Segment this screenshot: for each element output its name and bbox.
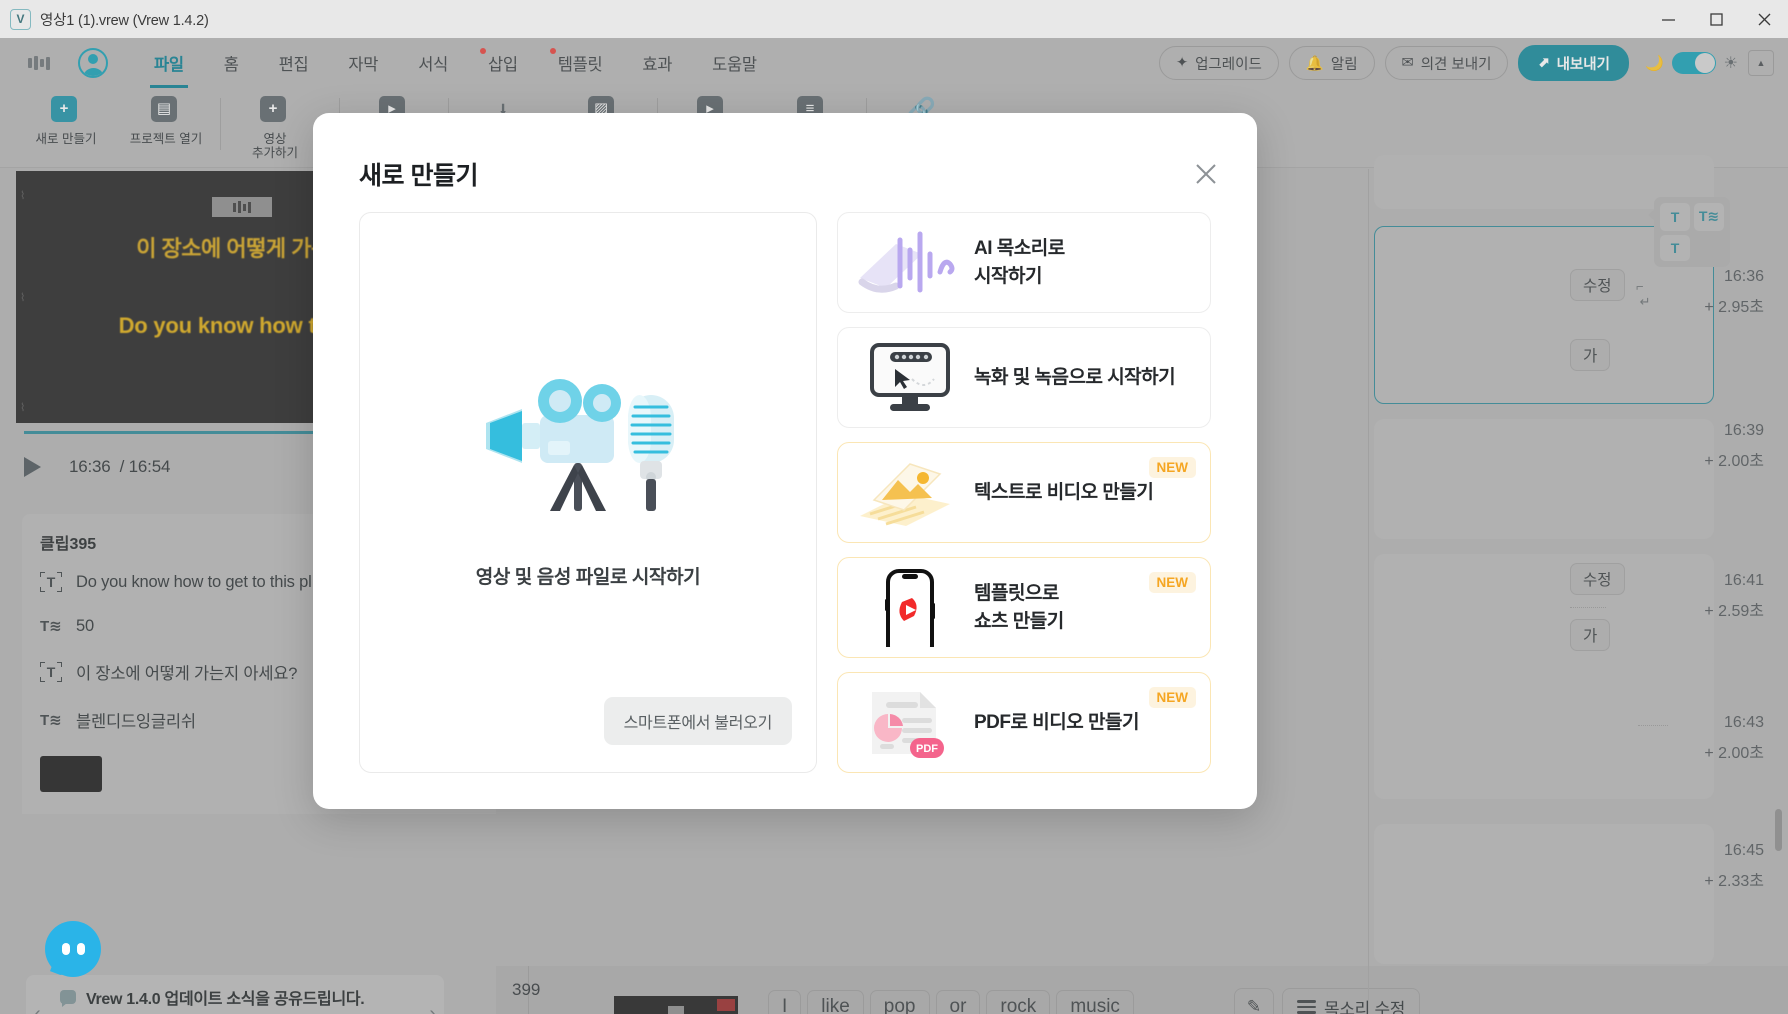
modal-body: 영상 및 음성 파일로 시작하기 스마트폰에서 불러오기 [359,212,1211,773]
close-icon[interactable] [1189,157,1223,191]
new-project-modal: 새로 만들기 [313,113,1257,809]
start-with-media-label: 영상 및 음성 파일로 시작하기 [360,562,816,589]
option-label: PDF로 비디오 만들기 [974,709,1139,737]
support-chat-button[interactable] [45,921,101,977]
modal-title: 새로 만들기 [359,156,478,192]
svg-text:PDF: PDF [916,743,938,755]
shorts-template-icon [852,569,964,647]
option-label-text: 템플릿으로 쇼츠 만들기 [974,583,1064,632]
option-label-text: 텍스트로 비디오 만들기 [974,482,1153,503]
option-label: 텍스트로 비디오 만들기 [974,479,1153,507]
start-options-list: AI 목소리로 시작하기 [837,212,1211,773]
ai-voice-icon [852,224,964,302]
pdf-to-video-icon: PDF [852,684,964,762]
option-text-to-video[interactable]: 텍스트로 비디오 만들기 NEW [837,442,1211,543]
option-label-text: PDF로 비디오 만들기 [974,712,1139,733]
option-label: AI 목소리로 시작하기 [974,235,1065,290]
new-badge: NEW [1149,687,1197,708]
screen-record-monitor-icon [852,339,964,417]
app-window: V 영상1 (1).vrew (Vrew 1.4.2) [0,0,1788,1014]
new-badge: NEW [1149,457,1197,478]
option-label-text: 녹화 및 녹음으로 시작하기 [974,367,1175,388]
new-badge: NEW [1149,572,1197,593]
start-with-media-pane[interactable]: 영상 및 음성 파일로 시작하기 스마트폰에서 불러오기 [359,212,817,773]
option-label: 녹화 및 녹음으로 시작하기 [974,364,1175,392]
chat-face-icon [62,943,85,955]
option-ai-voice[interactable]: AI 목소리로 시작하기 [837,212,1211,313]
option-shorts-template[interactable]: 템플릿으로 쇼츠 만들기 NEW [837,557,1211,658]
text-to-video-icon [852,454,964,532]
option-label-text: AI 목소리로 시작하기 [974,238,1065,287]
camera-microphone-illustration [478,365,698,530]
option-record[interactable]: 녹화 및 녹음으로 시작하기 [837,327,1211,428]
option-pdf-to-video[interactable]: PDF PDF로 비디오 만들기 NEW [837,672,1211,773]
option-label: 템플릿으로 쇼츠 만들기 [974,580,1064,635]
import-from-phone-button[interactable]: 스마트폰에서 불러오기 [604,697,792,745]
